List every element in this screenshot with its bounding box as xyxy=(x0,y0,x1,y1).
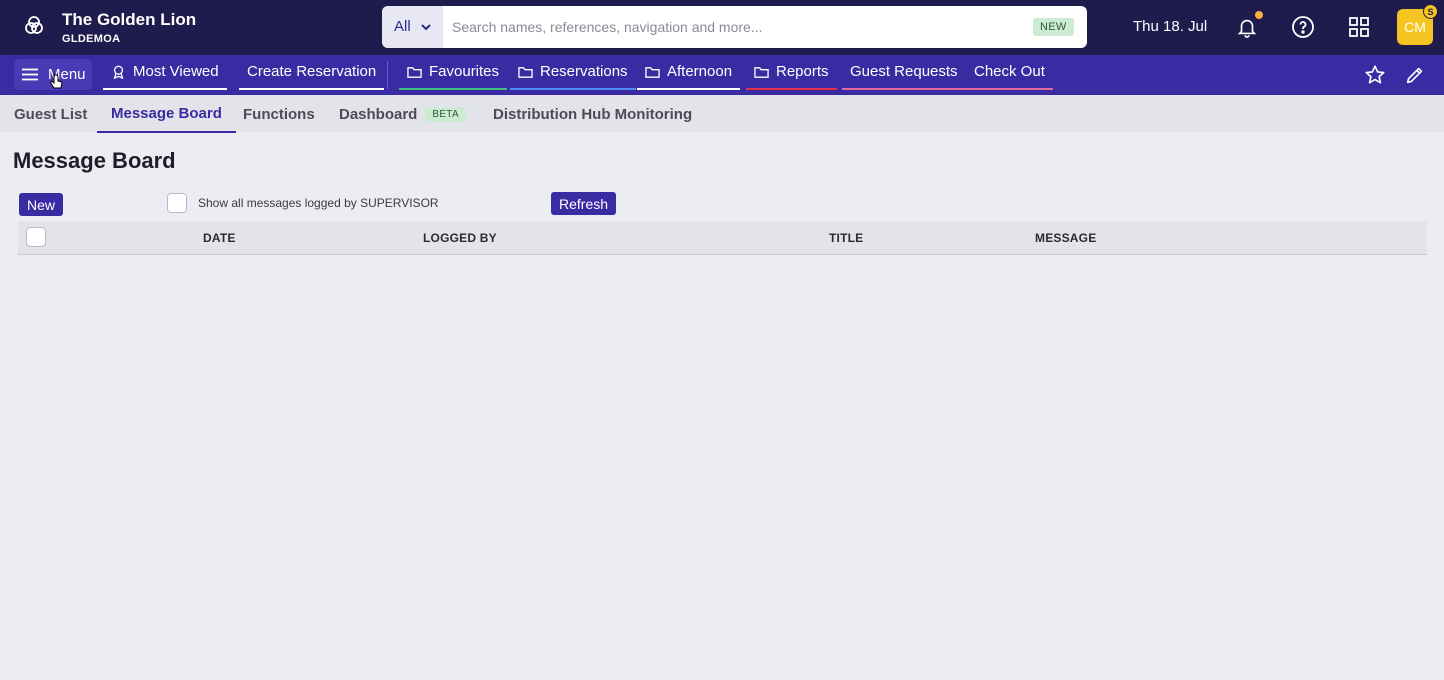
logo-icon[interactable] xyxy=(22,14,46,38)
nav-reports[interactable]: Reports xyxy=(746,55,837,90)
hamburger-icon xyxy=(22,68,38,81)
show-all-checkbox[interactable] xyxy=(167,193,187,213)
tab-message-board[interactable]: Message Board xyxy=(97,95,236,133)
nav-check-out[interactable]: Check Out xyxy=(966,55,1053,90)
new-button[interactable]: New xyxy=(19,193,64,216)
nav-label: Reservations xyxy=(540,63,628,80)
mouse-cursor-icon xyxy=(50,73,63,89)
nav-label: Create Reservation xyxy=(247,63,377,80)
folder-icon xyxy=(754,66,769,78)
tab-guest-list[interactable]: Guest List xyxy=(0,95,101,133)
tab-label: Guest List xyxy=(14,105,88,123)
tab-distribution-hub-monitoring[interactable]: Distribution Hub Monitoring xyxy=(479,95,706,133)
award-icon xyxy=(113,65,124,79)
tab-dashboard[interactable]: Dashboard BETA xyxy=(325,95,480,133)
column-header-logged-by[interactable]: LOGGED BY xyxy=(423,231,497,245)
search-input[interactable] xyxy=(452,17,1092,37)
nav-favourites[interactable]: Favourites xyxy=(399,55,508,90)
nav-label: Check Out xyxy=(974,63,1045,80)
pencil-icon[interactable] xyxy=(1404,64,1426,86)
search-new-badge: NEW xyxy=(1033,18,1074,36)
nav-label: Reports xyxy=(776,63,829,80)
show-all-label: Show all messages logged by SUPERVISOR xyxy=(198,196,439,210)
tab-label: Distribution Hub Monitoring xyxy=(493,105,693,123)
tab-label: Functions xyxy=(243,105,315,123)
column-header-date[interactable]: DATE xyxy=(203,231,236,245)
tab-bar: Guest List Message Board Functions Dashb… xyxy=(0,95,1444,133)
hotel-code: GLDEMOA xyxy=(62,33,121,45)
folder-icon xyxy=(645,66,660,78)
nav-reservations[interactable]: Reservations xyxy=(510,55,636,90)
search-scope-label: All xyxy=(394,18,411,35)
top-bar: The Golden Lion GLDEMOA All NEW Thu 18. … xyxy=(0,0,1444,55)
folder-icon xyxy=(407,66,422,78)
column-header-message[interactable]: MESSAGE xyxy=(1035,231,1096,245)
chevron-down-icon xyxy=(421,24,431,31)
page-title: Message Board xyxy=(13,148,176,173)
nav-create-reservation[interactable]: Create Reservation xyxy=(239,55,385,90)
tab-label: Message Board xyxy=(111,104,222,122)
folder-icon xyxy=(518,66,533,78)
nav-guest-requests[interactable]: Guest Requests xyxy=(842,55,966,90)
hotel-name: The Golden Lion xyxy=(62,10,197,29)
refresh-button[interactable]: Refresh xyxy=(551,192,617,215)
nav-label: Favourites xyxy=(429,63,500,80)
star-icon[interactable] xyxy=(1364,64,1386,86)
nav-divider xyxy=(387,61,388,89)
notification-dot xyxy=(1255,11,1263,19)
bell-icon[interactable] xyxy=(1236,15,1258,39)
nav-label: Afternoon xyxy=(667,63,733,80)
nav-label: Most Viewed xyxy=(133,63,219,80)
nav-label: Guest Requests xyxy=(850,63,958,80)
messages-table-header: DATE LOGGED BY TITLE MESSAGE xyxy=(18,221,1427,255)
help-icon[interactable] xyxy=(1291,15,1315,39)
tab-label: Dashboard xyxy=(339,105,418,123)
apps-grid-icon[interactable] xyxy=(1347,15,1371,39)
column-header-title[interactable]: TITLE xyxy=(829,231,863,245)
beta-badge: BETA xyxy=(425,106,466,122)
tab-functions[interactable]: Functions xyxy=(229,95,329,133)
nav-afternoon[interactable]: Afternoon xyxy=(637,55,741,90)
select-all-checkbox[interactable] xyxy=(26,227,46,247)
nav-most-viewed[interactable]: Most Viewed xyxy=(103,55,227,90)
avatar-status-badge: S xyxy=(1423,4,1438,19)
search-scope-dropdown[interactable]: All xyxy=(382,6,443,48)
quick-nav-bar: Menu Most Viewed Create Reservation Favo… xyxy=(0,55,1444,95)
current-date: Thu 18. Jul xyxy=(1133,18,1208,35)
global-search: All NEW xyxy=(382,6,1092,48)
